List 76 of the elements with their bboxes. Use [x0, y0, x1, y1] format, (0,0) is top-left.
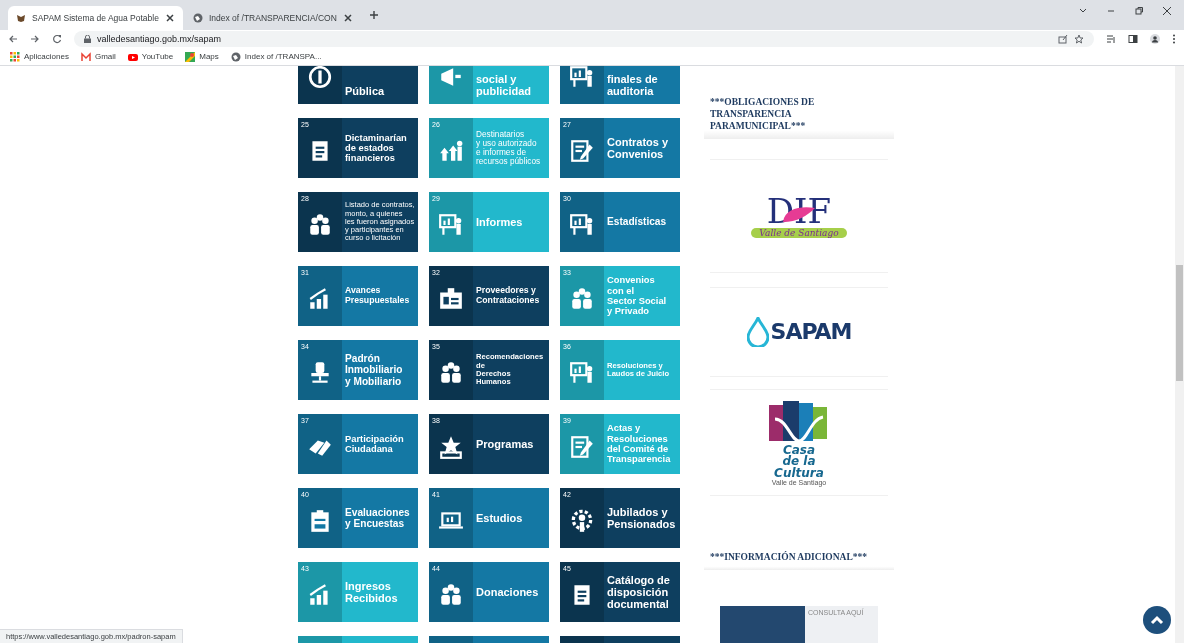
logo-card[interactable]: SAPAM: [710, 286, 888, 378]
globe-icon: [230, 51, 241, 62]
bookmark-link[interactable]: Gmail: [80, 51, 116, 62]
logo-title: SAPAM: [770, 319, 852, 345]
browser-tab[interactable]: Index of /TRANSPARENCIA/CON: [184, 6, 361, 30]
map-icon: [185, 51, 196, 62]
forward-arrow-icon[interactable]: [30, 34, 40, 44]
water-drop-icon: [746, 316, 769, 347]
tile-label: Pública: [345, 84, 385, 97]
people-icon: [569, 285, 595, 312]
tile-label: Destinatarios y uso autorizado e informes de recursos públicos: [476, 129, 541, 167]
people-icon: [438, 581, 464, 608]
play-icon: [127, 51, 138, 62]
logo-subtitle: Valle de Santiago: [751, 227, 847, 238]
bookmark-link[interactable]: YouTube: [127, 51, 174, 62]
people-icon: [438, 359, 464, 386]
close-icon[interactable]: [164, 13, 175, 23]
lock-icon: [84, 35, 91, 43]
tile-label: Estudios: [476, 511, 523, 525]
tile-label: Estadísticas: [607, 216, 667, 228]
tile-label: Jubilados y Pensionados: [607, 505, 676, 531]
section-heading: ***OBLIGACIONES DE TRANSPARENCIA PARAMUNICIPAL***: [704, 97, 894, 139]
tile-label: Convenios con el Sector Social y Privado: [607, 275, 667, 317]
crest-icon: [16, 13, 26, 23]
restore-icon[interactable]: [1134, 6, 1144, 16]
share-icon[interactable]: [1058, 34, 1068, 44]
tile-label: finales de auditoria: [607, 72, 658, 97]
presentation-icon: [569, 359, 595, 386]
menu-icon[interactable]: [1172, 34, 1176, 44]
tile-label: Programas: [476, 437, 534, 451]
tile-label: Padrón Inmobiliario y Mobiliario: [345, 353, 403, 387]
section-heading: ***INFORMACIÓN ADICIONAL***: [704, 551, 894, 570]
url-text: valledesantiago.gob.mx/sapam: [97, 34, 222, 44]
mail-icon: [80, 51, 91, 62]
profile-icon[interactable]: [1150, 34, 1160, 44]
tile-label: Dictaminarían de estados financieros: [345, 132, 407, 164]
new-tab-icon[interactable]: [368, 10, 379, 20]
people-icon: [307, 211, 333, 238]
tile-label: Participación Ciudadana: [345, 433, 404, 455]
tile-label: Donaciones: [476, 585, 539, 599]
tile-label: social y publicidad: [476, 72, 531, 97]
tile-label: Proveedores y Contrataciones: [476, 286, 540, 306]
tile-label: Actas y Resoluciones del Comité de Transparencia: [607, 423, 671, 465]
presentation-icon: [438, 211, 464, 238]
back-arrow-icon[interactable]: [8, 34, 18, 44]
id-card-icon: [438, 285, 464, 312]
browser-tab[interactable]: SAPAM Sistema de Agua Potable: [8, 6, 183, 30]
bookmark-link[interactable]: Index of /TRANSPA...: [230, 51, 322, 62]
contract-icon: [569, 137, 595, 164]
tile-label: Informes: [476, 215, 523, 229]
logo-title: Casa de la Cultura: [774, 444, 824, 480]
presentation-icon: [569, 66, 595, 90]
side-panel-icon[interactable]: [1128, 34, 1138, 44]
presentation-icon: [569, 211, 595, 238]
tile-label: Evaluaciones y Encuestas: [345, 506, 410, 530]
scroll-to-top-button[interactable]: [1143, 606, 1171, 634]
tile-label: Avances Presupuestales: [345, 286, 410, 306]
apps-grid-icon: [10, 51, 20, 62]
bookmark-link[interactable]: Aplicaciones: [10, 51, 69, 62]
address-bar[interactable]: valledesantiago.gob.mx/sapam: [74, 31, 1094, 47]
contract-icon: [569, 433, 595, 460]
scrollbar-thumb[interactable]: [1176, 265, 1183, 381]
tile-label: Ingresos Recibidos: [345, 579, 398, 605]
playlist-icon[interactable]: [1106, 34, 1116, 44]
close-icon[interactable]: [342, 13, 353, 23]
category-tile[interactable]: finales de auditoria: [560, 66, 680, 104]
bookmark-link[interactable]: Maps: [185, 51, 219, 62]
tile-label: Catálogo de disposición documental: [607, 573, 670, 611]
chevron-up-icon: [1150, 615, 1164, 625]
reload-icon[interactable]: [52, 34, 62, 44]
close-icon[interactable]: [1162, 6, 1172, 16]
star-icon[interactable]: [1074, 34, 1084, 44]
scrollbar[interactable]: [1175, 66, 1184, 643]
category-tile[interactable]: Pública: [298, 66, 418, 104]
tile-label: Contratos y Convenios: [607, 135, 669, 161]
globe-icon: [192, 13, 203, 23]
